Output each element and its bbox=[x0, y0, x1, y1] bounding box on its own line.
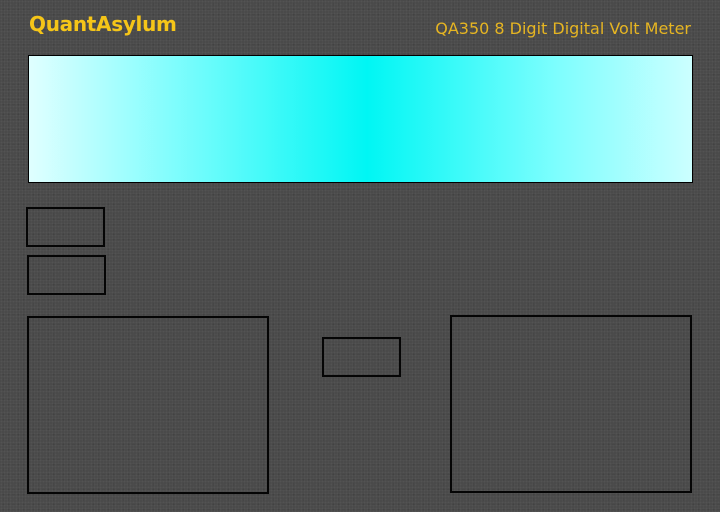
product-title: QA350 8 Digit Digital Volt Meter bbox=[435, 19, 691, 38]
control-button-2[interactable] bbox=[27, 255, 106, 295]
control-button-1[interactable] bbox=[26, 207, 105, 247]
right-panel bbox=[450, 315, 692, 493]
voltage-display bbox=[28, 55, 693, 183]
control-button-3[interactable] bbox=[322, 337, 401, 377]
brand-logo-text: QuantAsylum bbox=[29, 12, 177, 36]
left-panel bbox=[27, 316, 269, 494]
